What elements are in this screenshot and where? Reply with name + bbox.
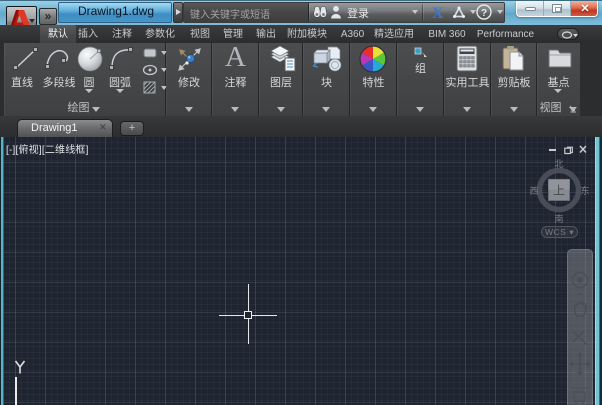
svg-text:西: 西 bbox=[529, 186, 538, 196]
svg-text:北: 北 bbox=[554, 159, 563, 169]
svg-text:?: ? bbox=[481, 8, 487, 19]
svg-text:南: 南 bbox=[554, 213, 563, 224]
svg-text:上: 上 bbox=[553, 184, 565, 198]
svg-text:X: X bbox=[432, 5, 444, 20]
svg-text:东: 东 bbox=[580, 185, 589, 196]
